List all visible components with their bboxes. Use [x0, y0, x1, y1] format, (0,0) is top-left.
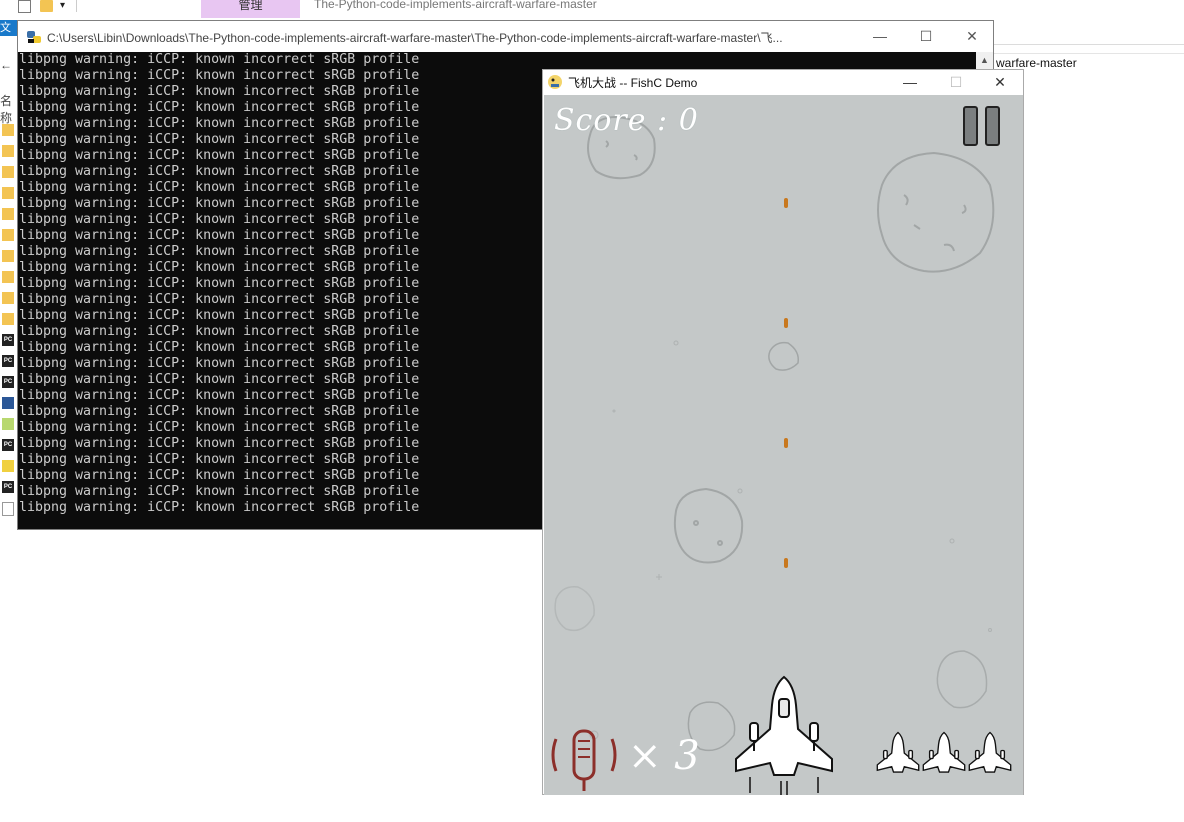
folder-icon[interactable] [2, 313, 14, 325]
game-scene [551, 115, 1012, 795]
explorer-window-title: The-Python-code-implements-aircraft-warf… [314, 0, 597, 11]
properties-icon[interactable] [18, 0, 31, 13]
console-line: libpng warning: iCCP: known incorrect sR… [19, 340, 420, 355]
python-icon[interactable] [2, 460, 14, 472]
pause-icon[interactable] [962, 105, 1002, 149]
game-titlebar[interactable]: 飞机大战 -- FishC Demo — ☐ ✕ [543, 70, 1023, 94]
console-line: libpng warning: iCCP: known incorrect sR… [19, 308, 420, 323]
bullet [784, 558, 788, 568]
back-arrow-icon[interactable]: ← [0, 58, 12, 72]
game-maximize-button: ☐ [949, 74, 963, 90]
folder-icon[interactable] [2, 145, 14, 157]
pycharm-icon[interactable]: PC [2, 334, 14, 346]
console-line: libpng warning: iCCP: known incorrect sR… [19, 388, 420, 403]
console-minimize-button[interactable]: — [857, 21, 903, 51]
space-dust [589, 340, 992, 740]
toolbar-separator [76, 0, 77, 12]
console-line: libpng warning: iCCP: known incorrect sR… [19, 436, 420, 451]
lives-group [876, 731, 1012, 773]
new-folder-icon[interactable] [40, 0, 53, 12]
document-icon[interactable] [2, 502, 14, 516]
bullets [784, 198, 788, 568]
console-line: libpng warning: iCCP: known incorrect sR… [19, 356, 420, 371]
life-plane-icon [968, 731, 1012, 773]
console-line: libpng warning: iCCP: known incorrect sR… [19, 100, 420, 115]
game-canvas[interactable]: Score : 0 × 3 [544, 95, 1023, 795]
game-minimize-button[interactable]: — [887, 70, 933, 94]
folder-icon[interactable] [2, 124, 14, 136]
console-line: libpng warning: iCCP: known incorrect sR… [19, 468, 420, 483]
console-line: libpng warning: iCCP: known incorrect sR… [19, 180, 420, 195]
ribbon-tab-file[interactable]: 文件 [0, 20, 18, 36]
console-titlebar[interactable]: C:\Users\Libin\Downloads\The-Python-code… [18, 21, 993, 52]
player-plane [735, 675, 833, 795]
notepad-icon[interactable] [2, 418, 14, 430]
bomb-icon [551, 729, 617, 791]
console-line: libpng warning: iCCP: known incorrect sR… [19, 372, 420, 387]
console-line: libpng warning: iCCP: known incorrect sR… [19, 116, 420, 131]
console-line: libpng warning: iCCP: known incorrect sR… [19, 212, 420, 227]
scroll-up-arrow-icon[interactable]: ▲ [976, 52, 993, 69]
life-plane-icon [876, 731, 920, 773]
console-line: libpng warning: iCCP: known incorrect sR… [19, 292, 420, 307]
python-icon [26, 29, 42, 45]
bullet [784, 198, 788, 208]
console-line: libpng warning: iCCP: known incorrect sR… [19, 276, 420, 291]
game-window: 飞机大战 -- FishC Demo — ☐ ✕ Score: 0 × 3 [542, 69, 1024, 795]
console-line: libpng warning: iCCP: known incorrect sR… [19, 404, 420, 419]
ribbon-divider [994, 44, 1184, 45]
console-line: libpng warning: iCCP: known incorrect sR… [19, 132, 420, 147]
console-line: libpng warning: iCCP: known incorrect sR… [19, 148, 420, 163]
pycharm-icon[interactable]: PC [2, 439, 14, 451]
asteroid-right [936, 650, 988, 709]
folder-icon[interactable] [2, 250, 14, 262]
console-title: C:\Users\Libin\Downloads\The-Python-code… [47, 31, 783, 45]
pycharm-icon[interactable]: PC [2, 355, 14, 367]
console-line: libpng warning: iCCP: known incorrect sR… [19, 164, 420, 179]
customize-toolbar-dropdown[interactable]: ▾ [60, 0, 65, 11]
pycharm-icon[interactable]: PC [2, 481, 14, 493]
asteroid-faint-left [554, 586, 595, 632]
address-bar-text[interactable]: warfare-master [996, 56, 1077, 70]
folder-icon[interactable] [2, 229, 14, 241]
word-icon[interactable] [2, 397, 14, 409]
asteroid-large [877, 151, 995, 273]
console-line: libpng warning: iCCP: known incorrect sR… [19, 324, 420, 339]
bullet [784, 438, 788, 448]
console-line: libpng warning: iCCP: known incorrect sR… [19, 196, 420, 211]
pygame-snake-icon [548, 75, 562, 89]
folder-icon[interactable] [2, 271, 14, 283]
folder-icon[interactable] [2, 187, 14, 199]
bomb-count: × 3 [628, 733, 700, 779]
console-line: libpng warning: iCCP: known incorrect sR… [19, 452, 420, 467]
pycharm-icon[interactable]: PC [2, 376, 14, 388]
console-line: libpng warning: iCCP: known incorrect sR… [19, 484, 420, 499]
console-line: libpng warning: iCCP: known incorrect sR… [19, 84, 420, 99]
score-display: Score : 0 [554, 103, 699, 138]
game-close-button[interactable]: ✕ [977, 70, 1023, 94]
console-line: libpng warning: iCCP: known incorrect sR… [19, 500, 420, 515]
folder-icon[interactable] [2, 292, 14, 304]
game-title: 飞机大战 -- FishC Demo [568, 76, 698, 90]
bullet [784, 318, 788, 328]
asteroid-small [768, 341, 800, 371]
console-close-button[interactable]: ✕ [949, 21, 995, 51]
life-plane-icon [922, 731, 966, 773]
column-header-name[interactable]: 名称 [0, 92, 16, 126]
console-maximize-button[interactable]: ☐ [903, 21, 949, 51]
ribbon-tab-manage[interactable]: 管理 [201, 0, 300, 18]
explorer-quick-access-bar: ▾ 管理 The-Python-code-implements-aircraft… [0, 0, 1184, 20]
console-line: libpng warning: iCCP: known incorrect sR… [19, 52, 420, 67]
console-line: libpng warning: iCCP: known incorrect sR… [19, 244, 420, 259]
folder-icon[interactable] [2, 166, 14, 178]
folder-icon[interactable] [2, 208, 14, 220]
console-line: libpng warning: iCCP: known incorrect sR… [19, 420, 420, 435]
console-output[interactable]: libpng warning: iCCP: known incorrect sR… [19, 52, 544, 522]
console-line: libpng warning: iCCP: known incorrect sR… [19, 228, 420, 243]
console-line: libpng warning: iCCP: known incorrect sR… [19, 260, 420, 275]
console-line: libpng warning: iCCP: known incorrect sR… [19, 68, 420, 83]
asteroid-middle [673, 487, 744, 564]
